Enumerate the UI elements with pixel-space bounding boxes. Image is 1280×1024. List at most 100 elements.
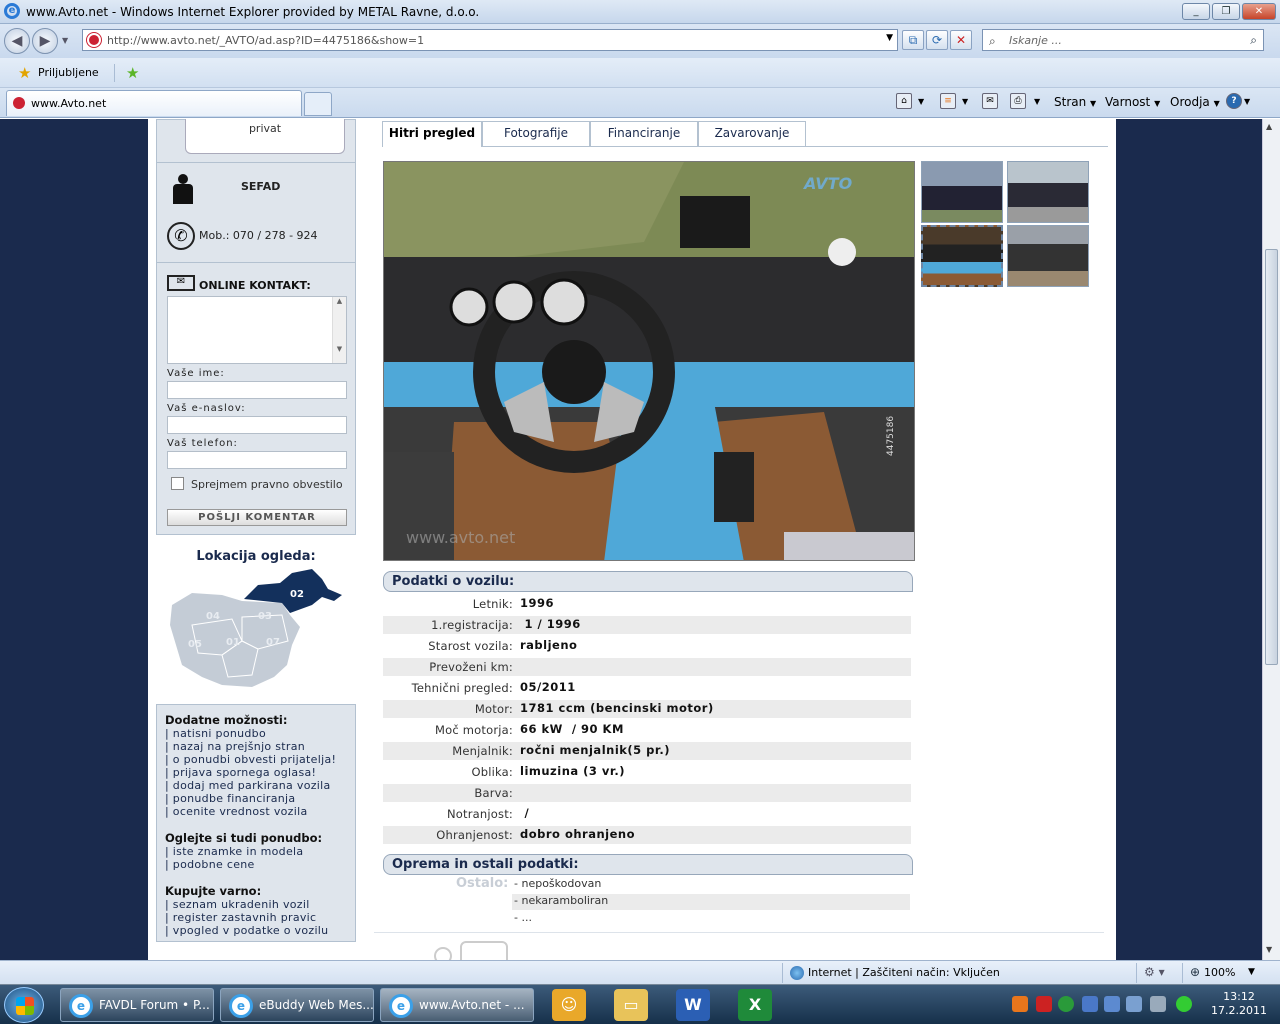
- terms-checkbox[interactable]: [171, 477, 184, 490]
- link-back[interactable]: | nazaj na prejšnjo stran: [165, 740, 355, 753]
- table-row: Tehnični pregled: 05/2011: [383, 679, 911, 697]
- map-region-04[interactable]: 04: [206, 611, 220, 622]
- zoom-dropdown-icon[interactable]: ▼: [1248, 967, 1255, 977]
- safety-menu[interactable]: Varnost ▼: [1105, 93, 1160, 111]
- link-same-model[interactable]: | iste znamke in modela: [165, 845, 355, 858]
- tray-green-icon[interactable]: [1058, 996, 1074, 1012]
- tray-bug-icon[interactable]: [1036, 996, 1052, 1012]
- home-icon[interactable]: ⌂: [896, 93, 912, 109]
- link-print-offer[interactable]: | natisni ponudbo: [165, 727, 355, 740]
- row-value: rabljeno: [520, 638, 578, 652]
- tray-status-icon[interactable]: [1176, 996, 1192, 1012]
- scroll-down-icon[interactable]: ▼: [1266, 945, 1272, 954]
- email-input[interactable]: [167, 416, 347, 434]
- address-field[interactable]: http://www.avto.net/_AVTO/ad.asp?ID=4475…: [82, 29, 898, 51]
- textarea-scrollbar[interactable]: ▲ ▼: [332, 297, 346, 363]
- map-region-02[interactable]: 02: [290, 589, 304, 600]
- print-tool-icon[interactable]: [434, 947, 452, 960]
- mail-icon[interactable]: ✉: [982, 93, 998, 109]
- main-photo[interactable]: AVTO www.avto.net 4475186: [383, 161, 915, 561]
- thumbnail-2[interactable]: [1007, 161, 1089, 223]
- taskbar-item-avto[interactable]: e www.Avto.net - ...: [380, 988, 534, 1022]
- map-region-07[interactable]: 07: [266, 637, 280, 648]
- thumbnail-3-selected[interactable]: [921, 225, 1003, 287]
- messenger-icon[interactable]: ☺: [552, 989, 586, 1021]
- link-rate-value[interactable]: | ocenite vrednost vozila: [165, 805, 355, 818]
- feeds-dropdown-icon[interactable]: ▼: [962, 93, 968, 111]
- tray-network-icon[interactable]: [1082, 996, 1098, 1012]
- phone-input[interactable]: [167, 451, 347, 469]
- link-vehicle-data[interactable]: | vpogled v podatke o vozilu: [165, 924, 355, 937]
- excel-icon[interactable]: X: [738, 989, 772, 1021]
- browser-tab[interactable]: www.Avto.net: [6, 90, 302, 116]
- map-region-05[interactable]: 05: [188, 639, 202, 650]
- link-pledge-register[interactable]: | register zastavnih pravic: [165, 911, 355, 924]
- address-dropdown-icon[interactable]: ▼: [886, 33, 893, 43]
- maximize-button[interactable]: ❐: [1212, 3, 1240, 20]
- stop-button[interactable]: ✕: [950, 30, 972, 50]
- back-button[interactable]: ◀: [4, 28, 30, 54]
- print-icon[interactable]: ⎙: [1010, 93, 1026, 109]
- zoom-icon[interactable]: ⊕: [1190, 965, 1200, 979]
- tab-photos[interactable]: Fotografije: [482, 121, 590, 146]
- slovenia-region-map[interactable]: 02 04 03 05 01 07: [162, 565, 352, 695]
- tab-financing[interactable]: Financiranje: [590, 121, 698, 146]
- favorites-star-icon[interactable]: ★: [18, 64, 31, 82]
- close-button[interactable]: ✕: [1242, 3, 1276, 20]
- thumbnail-1[interactable]: [921, 161, 1003, 223]
- page-menu[interactable]: Stran ▼: [1054, 93, 1096, 111]
- tools-menu[interactable]: Orodja ▼: [1170, 93, 1220, 111]
- search-box[interactable]: ⌕ Iskanje ... ⌕: [982, 29, 1264, 51]
- start-button[interactable]: [4, 987, 44, 1023]
- new-tab-button[interactable]: [304, 92, 332, 116]
- taskbar-item-ebuddy[interactable]: e eBuddy Web Mes...: [220, 988, 374, 1022]
- favorites-button[interactable]: Priljubljene: [38, 66, 99, 79]
- link-similar-price[interactable]: | podobne cene: [165, 858, 355, 871]
- link-financing-offers[interactable]: | ponudbe financiranja: [165, 792, 355, 805]
- map-region-03[interactable]: 03: [258, 611, 272, 622]
- link-stolen-vehicles[interactable]: | seznam ukradenih vozil: [165, 898, 355, 911]
- row-value: dobro ohranjeno: [520, 827, 635, 841]
- tray-flag-icon[interactable]: [1126, 996, 1142, 1012]
- link-report-ad[interactable]: | prijava spornega oglasa!: [165, 766, 355, 779]
- link-tell-friend[interactable]: | o ponudbi obvesti prijatelja!: [165, 753, 355, 766]
- row-key: 1.registracija:: [431, 618, 513, 632]
- feeds-icon[interactable]: ≡: [940, 93, 956, 109]
- tab-insurance[interactable]: Zavarovanje: [698, 121, 806, 146]
- tab-title: www.Avto.net: [31, 97, 107, 110]
- folder-icon[interactable]: ▭: [614, 989, 648, 1021]
- home-dropdown-icon[interactable]: ▼: [918, 93, 924, 111]
- send-comment-button[interactable]: POŠLJI KOMENTAR: [167, 509, 347, 526]
- minimize-button[interactable]: _: [1182, 3, 1210, 20]
- word-icon[interactable]: W: [676, 989, 710, 1021]
- tray-app-icon[interactable]: [1012, 996, 1028, 1012]
- search-input[interactable]: Iskanje ...: [1009, 34, 1062, 47]
- map-region-01[interactable]: 01: [226, 637, 240, 648]
- thumbnail-4[interactable]: [1007, 225, 1089, 287]
- scroll-up-icon[interactable]: ▲: [1266, 122, 1272, 131]
- help-icon[interactable]: ?: [1226, 93, 1242, 109]
- message-textarea[interactable]: ▲ ▼: [167, 296, 347, 364]
- taskbar-item-forum[interactable]: e FAVDL Forum • P...: [60, 988, 214, 1022]
- vertical-scrollbar[interactable]: ▲ ▼: [1262, 119, 1280, 960]
- scrollbar-thumb[interactable]: [1265, 249, 1278, 665]
- refresh-button[interactable]: ⟳: [926, 30, 948, 50]
- compatibility-view-button[interactable]: ⧉: [902, 30, 924, 50]
- link-add-parked[interactable]: | dodaj med parkirana vozila: [165, 779, 355, 792]
- tray-volume-icon[interactable]: [1150, 996, 1166, 1012]
- protected-mode-icon[interactable]: ⚙ ▾: [1144, 965, 1165, 979]
- zoom-level[interactable]: 100%: [1204, 966, 1235, 979]
- security-zone[interactable]: Internet | Zaščiteni način: Vključen: [808, 966, 1000, 979]
- table-row: Oblika: limuzina (3 vr.): [383, 763, 911, 781]
- forward-button[interactable]: ▶: [32, 28, 58, 54]
- history-dropdown-icon[interactable]: ▼: [62, 36, 68, 45]
- tab-quick-overview[interactable]: Hitri pregled: [382, 121, 482, 147]
- search-icon[interactable]: ⌕: [1250, 33, 1257, 48]
- name-input[interactable]: [167, 381, 347, 399]
- help-dropdown-icon[interactable]: ▼: [1244, 93, 1250, 111]
- print-dropdown-icon[interactable]: ▼: [1034, 93, 1040, 111]
- page-tool-icon[interactable]: [460, 941, 508, 960]
- add-to-favorites-bar-icon[interactable]: ★: [126, 64, 139, 82]
- tray-display-icon[interactable]: [1104, 996, 1120, 1012]
- clock[interactable]: 13:12 17.2.2011: [1204, 990, 1274, 1018]
